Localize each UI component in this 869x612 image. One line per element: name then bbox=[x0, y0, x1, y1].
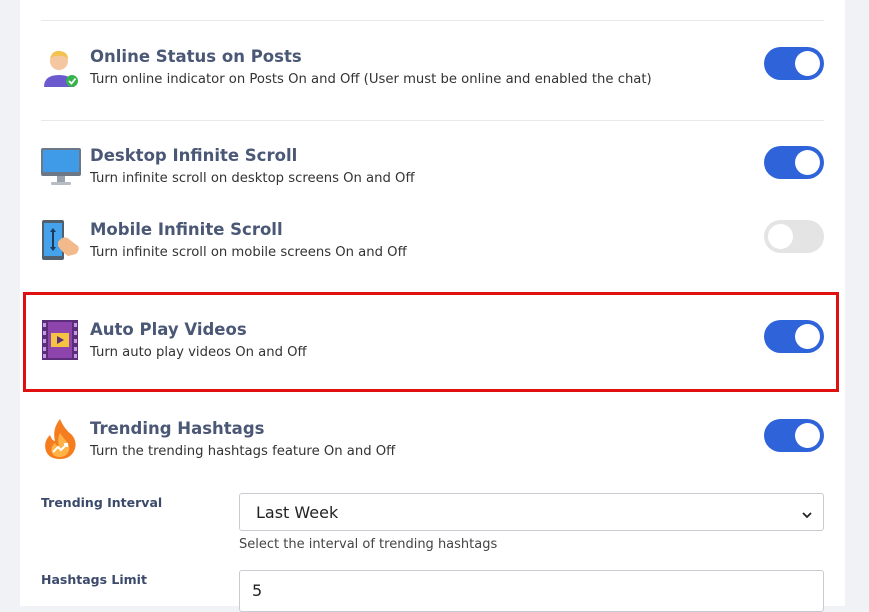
toggle-knob bbox=[795, 51, 820, 76]
setting-mobile-infinite-scroll: Mobile Infinite Scroll Turn infinite scr… bbox=[0, 220, 869, 280]
setting-description: Turn online indicator on Posts On and Of… bbox=[90, 72, 652, 87]
setting-desktop-infinite-scroll: Desktop Infinite Scroll Turn infinite sc… bbox=[0, 146, 869, 206]
film-play-icon bbox=[40, 320, 82, 362]
trending-interval-value: Last Week bbox=[256, 503, 339, 522]
desktop-infinite-scroll-toggle[interactable] bbox=[764, 146, 824, 179]
trending-hashtags-toggle[interactable] bbox=[764, 419, 824, 452]
setting-online-status: Online Status on Posts Turn online indic… bbox=[0, 47, 869, 107]
hashtags-limit-label: Hashtags Limit bbox=[41, 572, 147, 587]
trending-interval-help: Select the interval of trending hashtags bbox=[239, 537, 498, 552]
divider bbox=[41, 20, 824, 21]
setting-auto-play-videos: Auto Play Videos Turn auto play videos O… bbox=[0, 320, 869, 380]
setting-description: Turn infinite scroll on desktop screens … bbox=[90, 171, 415, 186]
setting-title: Desktop Infinite Scroll bbox=[90, 146, 298, 165]
trending-interval-label: Trending Interval bbox=[41, 495, 163, 510]
mobile-infinite-scroll-toggle[interactable] bbox=[764, 220, 824, 253]
desktop-monitor-icon bbox=[40, 146, 82, 188]
setting-description: Turn infinite scroll on mobile screens O… bbox=[90, 245, 407, 260]
toggle-knob bbox=[795, 324, 820, 349]
chevron-down-icon bbox=[801, 506, 813, 519]
divider bbox=[41, 120, 824, 121]
online-status-toggle[interactable] bbox=[764, 47, 824, 80]
setting-title: Trending Hashtags bbox=[90, 419, 265, 438]
setting-description: Turn the trending hashtags feature On an… bbox=[90, 444, 396, 459]
setting-description: Turn auto play videos On and Off bbox=[90, 345, 307, 360]
hashtags-limit-value: 5 bbox=[252, 581, 263, 600]
auto-play-videos-toggle[interactable] bbox=[764, 320, 824, 353]
fire-trending-icon bbox=[40, 419, 82, 461]
trending-interval-select[interactable]: Last Week bbox=[239, 493, 824, 531]
mobile-scroll-icon bbox=[40, 220, 82, 262]
setting-trending-hashtags: Trending Hashtags Turn the trending hash… bbox=[0, 419, 869, 479]
setting-title: Auto Play Videos bbox=[90, 320, 247, 339]
toggle-knob bbox=[768, 224, 793, 249]
setting-title: Mobile Infinite Scroll bbox=[90, 220, 283, 239]
toggle-knob bbox=[795, 150, 820, 175]
setting-title: Online Status on Posts bbox=[90, 47, 302, 66]
toggle-knob bbox=[795, 423, 820, 448]
user-online-icon bbox=[40, 47, 82, 89]
